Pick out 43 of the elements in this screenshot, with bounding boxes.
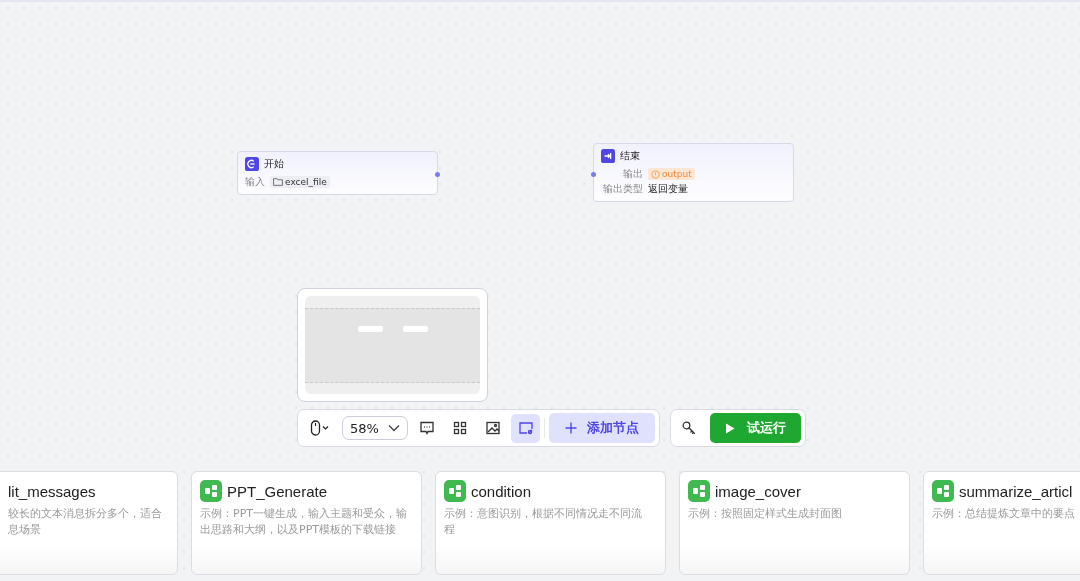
plugin-name: condition	[471, 482, 532, 500]
field-label: 输入	[245, 175, 265, 189]
field-label: 输出	[622, 167, 643, 181]
plugin-description: 示例：总结提炼文章中的要点	[932, 506, 1076, 522]
node-icon	[601, 149, 615, 163]
plugin-description: 息场景	[7, 521, 42, 537]
zoom-select[interactable]: 58%	[342, 416, 408, 440]
minimap-button[interactable]	[511, 413, 540, 443]
play-icon	[724, 422, 735, 434]
comment-icon	[418, 420, 435, 436]
variable-tag: excel_file	[270, 176, 330, 188]
plugin-description: 示例：按照固定样式生成封面图	[688, 506, 843, 522]
plugin-card[interactable]: lit_messages 较长的文本消息拆分多个，适合 息场景	[0, 471, 178, 575]
chevron-down-icon	[388, 424, 400, 432]
workflow-node[interactable]: 结束 输出 output 输出类型 返回变量	[593, 143, 794, 202]
workflow-node[interactable]: 开始 输入 excel_file	[237, 151, 438, 195]
grid-icon	[451, 420, 468, 436]
plugin-name: PPT_Generate	[227, 482, 328, 500]
folder-icon	[273, 178, 283, 186]
plugin-card[interactable]: PPT_Generate 示例：PPT一键生成，输入主题和受众，输出思路和大纲，以及PPT模板的下载链接	[191, 471, 422, 575]
warning-icon	[651, 169, 660, 179]
node-title: 开始	[264, 157, 284, 171]
add-node-button[interactable]: 添加节点	[549, 413, 655, 443]
input-port[interactable]	[591, 172, 596, 177]
plugin-card[interactable]: condition 示例：意图识别，根据不同情况走不同流程	[435, 471, 666, 575]
field-label: 输出类型	[602, 182, 643, 196]
minimap-icon	[517, 420, 534, 436]
field-value: 返回变量	[648, 182, 688, 196]
mouse-icon	[310, 420, 330, 436]
plugin-name: summarize_articl	[959, 482, 1073, 500]
node-title: 结束	[620, 149, 640, 163]
plugin-card[interactable]: image_cover 示例：按照固定样式生成封面图	[679, 471, 910, 575]
plugin-name: lit_messages	[8, 482, 96, 500]
plugin-description: 示例：意图识别，根据不同情况走不同流程	[444, 506, 643, 537]
variable-tag: output	[648, 168, 695, 180]
plus-icon	[565, 422, 577, 434]
output-port[interactable]	[435, 172, 440, 177]
plugin-name: image_cover	[715, 482, 801, 500]
plugin-card[interactable]: summarize_articl 示例：总结提炼文章中的要点	[923, 471, 1080, 575]
image-icon	[484, 420, 501, 436]
plugin-description: 较长的文本消息拆分多个，适合	[7, 506, 163, 522]
node-icon	[245, 157, 259, 171]
plugin-description: 示例：PPT一键生成，输入主题和受众，输出思路和大纲，以及PPT模板的下载链接	[200, 506, 407, 537]
